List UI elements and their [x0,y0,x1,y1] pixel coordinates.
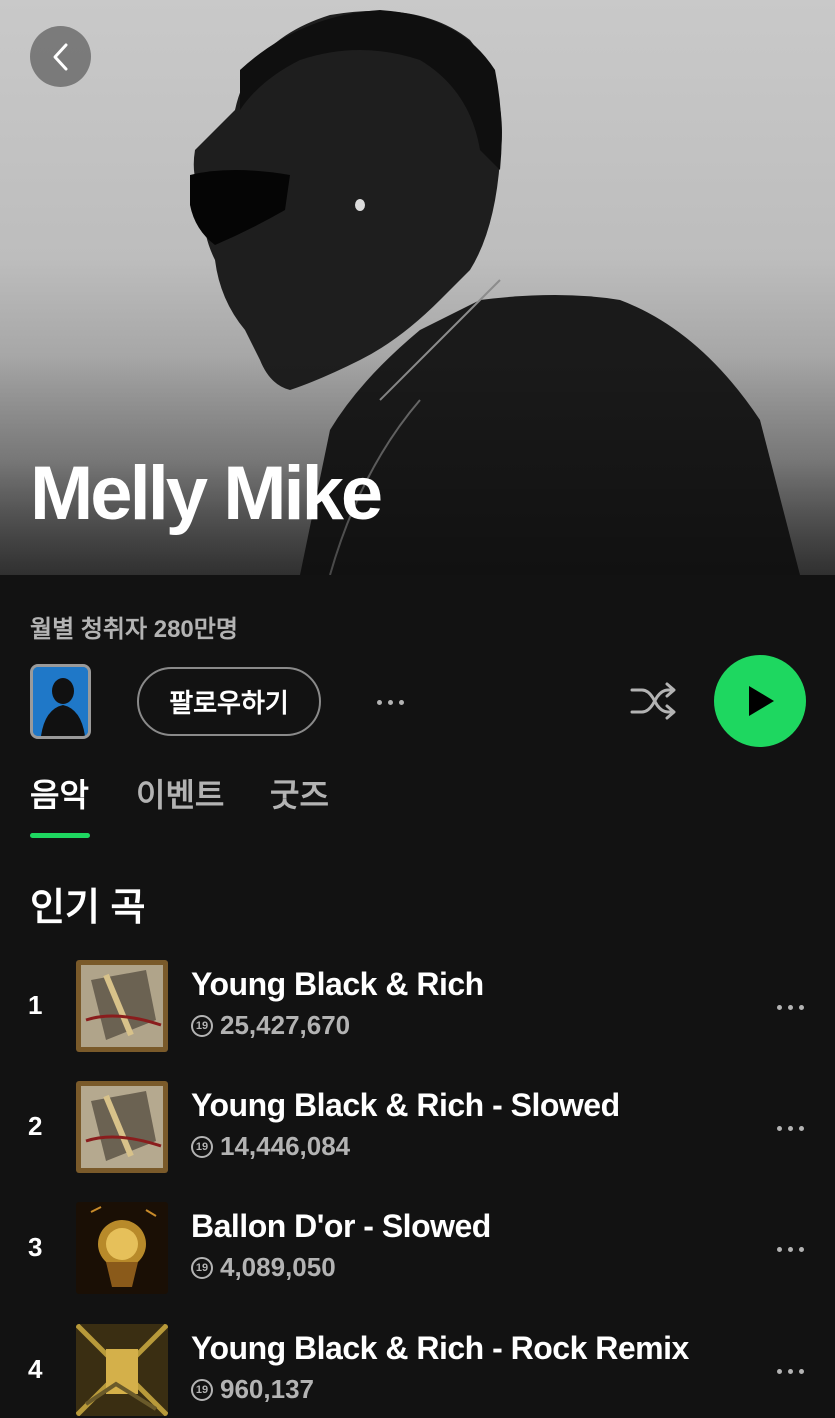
back-button[interactable] [30,26,91,87]
play-count: 14,446,084 [220,1131,351,1161]
track-row[interactable]: 3 Ballon D'or - Slowed 19 4,089,050 [0,1202,835,1302]
track-cover-art [76,960,168,1052]
track-row[interactable]: 4 Young Black & Rich - Rock Remix 19 960… [0,1324,835,1418]
track-cover-art [76,1202,168,1294]
track-cover-art [76,1324,168,1416]
track-meta: 19 25,427,670 [191,1010,350,1041]
artist-thumbnail[interactable] [30,664,91,739]
play-count: 25,427,670 [220,1010,351,1040]
artist-name: Melly Mike [30,451,383,536]
explicit-19-icon: 19 [191,1378,213,1401]
more-horizontal-icon [774,1361,807,1379]
track-title: Young Black & Rich - Rock Remix [191,1330,689,1366]
track-rank: 4 [28,1354,43,1384]
artist-tabs: 음악 이벤트 굿즈 [30,770,430,840]
more-horizontal-icon [774,997,807,1015]
artist-hero-banner: Melly Mike [0,0,835,575]
shuffle-icon[interactable] [628,679,678,723]
explicit-19-icon: 19 [191,1135,213,1158]
artist-action-row: 팔로우하기 [30,655,806,747]
play-count: 960,137 [220,1374,314,1404]
play-icon [749,686,774,716]
track-more-button[interactable] [770,1232,810,1264]
track-meta: 19 14,446,084 [191,1131,350,1162]
track-more-button[interactable] [770,1111,810,1143]
track-title: Young Black & Rich [191,966,484,1002]
track-meta: 19 960,137 [191,1374,314,1405]
follow-button[interactable]: 팔로우하기 [137,667,321,736]
track-more-button[interactable] [770,990,810,1022]
artist-thumbnail-image [33,667,88,736]
popular-tracks-heading: 인기 곡 [30,887,146,929]
tab-merch[interactable]: 굿즈 [270,770,329,816]
track-rank: 1 [28,990,43,1020]
active-tab-indicator [30,833,90,838]
track-row[interactable]: 2 Young Black & Rich - Slowed 19 14,446,… [0,1081,835,1181]
tab-music[interactable]: 음악 [30,770,89,816]
track-title: Ballon D'or - Slowed [191,1208,491,1244]
explicit-19-icon: 19 [191,1014,213,1037]
play-button[interactable] [714,655,806,747]
explicit-19-icon: 19 [191,1256,213,1279]
more-horizontal-icon [774,1118,807,1136]
more-horizontal-icon [774,1239,807,1257]
tab-events[interactable]: 이벤트 [136,770,224,816]
play-count: 4,089,050 [220,1252,336,1282]
more-options-button[interactable] [368,685,412,717]
track-cover-art [76,1081,168,1173]
chevron-left-icon [53,43,67,70]
track-title: Young Black & Rich - Slowed [191,1087,620,1123]
track-more-button[interactable] [770,1354,810,1386]
more-horizontal-icon [374,692,407,710]
track-rank: 3 [28,1232,43,1262]
monthly-listeners: 월별 청취자 280만명 [30,616,238,643]
track-meta: 19 4,089,050 [191,1252,336,1283]
track-rank: 2 [28,1111,43,1141]
track-row[interactable]: 1 Young Black & Rich 19 25,427,670 [0,960,835,1060]
